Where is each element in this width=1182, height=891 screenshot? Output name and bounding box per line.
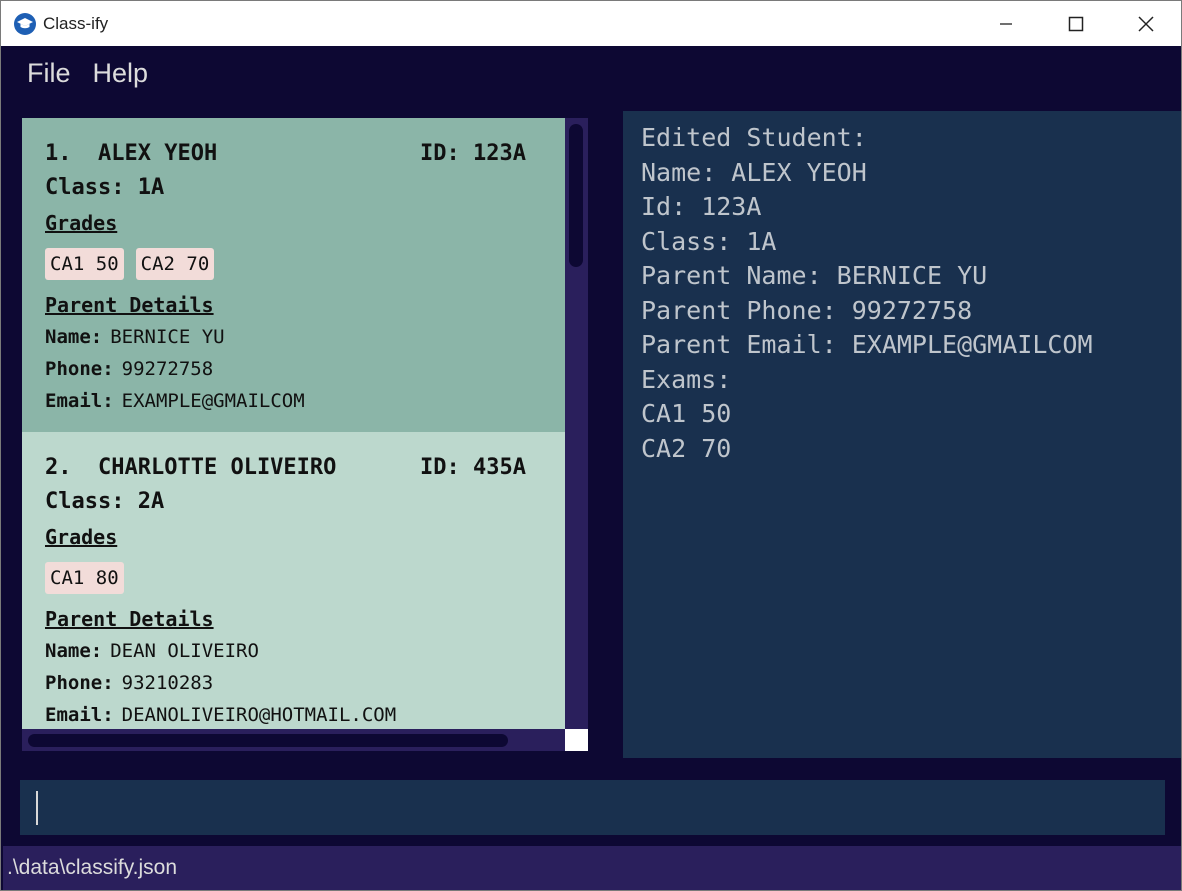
menu-help[interactable]: Help [93,58,149,89]
command-box[interactable] [20,780,1165,835]
grades-title: Grades [45,211,118,235]
maximize-icon [1068,16,1084,31]
result-line: Parent Email: EXAMPLE@GMAILCOM [641,330,1093,359]
student-name: 2. CHARLOTTE OLIVEIRO [45,454,337,480]
result-line: Exams: [641,364,732,394]
parent-details-title: Parent Details [45,607,214,631]
grades-list: CA1 50 CA2 70 [45,248,565,280]
result-line: CA1 50 [641,399,732,428]
parent-email: Email: EXAMPLE@GMAILCOM [45,390,305,412]
app-window: Class-ify File Help 1. ALEX YEOH ID: 123… [0,0,1182,891]
grade-tag: CA1 80 [45,562,124,594]
minimize-icon [1000,22,1012,25]
result-line: Edited Student: [641,123,867,152]
menu-file[interactable]: File [27,58,71,89]
result-line: Parent Name: BERNICE YU [641,261,988,290]
result-display: Edited Student: Name: ALEX YEOH Id: 123A… [623,111,1181,758]
parent-details-title: Parent Details [45,293,214,317]
close-icon [1138,15,1154,32]
horizontal-scroll-thumb[interactable] [28,734,508,747]
student-list-panel[interactable]: 1. ALEX YEOH ID: 123A Class: 1A Grades C… [22,118,588,751]
vertical-scroll-thumb[interactable] [569,124,583,267]
grades-list: CA1 80 [45,562,565,594]
student-card[interactable]: 1. ALEX YEOH ID: 123A Class: 1A Grades C… [22,118,565,432]
grade-tag: CA2 70 [135,248,215,280]
result-line: Id: 123A [641,192,762,221]
parent-email: Email: DEANOLIVEIRO@HOTMAIL.COM [45,704,397,726]
result-line: Name: ALEX YEOH [641,157,867,187]
save-file-path: .\data\classify.json [7,856,178,879]
title-bar[interactable]: Class-ify [1,1,1181,46]
result-line: Parent Phone: 99272758 [641,295,973,325]
vertical-scrollbar[interactable] [565,118,588,729]
maximize-button[interactable] [1041,1,1111,46]
student-card[interactable]: 2. CHARLOTTE OLIVEIRO ID: 435A Class: 2A… [22,432,565,729]
horizontal-scrollbar[interactable] [22,729,565,751]
parent-name: Name: BERNICE YU [45,326,225,348]
student-id: ID: 435A [420,454,526,480]
parent-phone: Phone: 99272758 [45,358,214,380]
student-id: ID: 123A [420,140,526,166]
parent-phone: Phone: 93210283 [45,672,214,694]
menu-bar: File Help [3,46,1181,101]
scroll-corner [565,729,588,751]
graduation-cap-icon [14,12,36,35]
grade-tag: CA1 50 [45,248,124,280]
result-line: CA2 70 [641,433,732,463]
student-class: Class: 2A [45,488,165,514]
result-line: Class: 1A [641,226,777,256]
student-name: 1. ALEX YEOH [45,140,218,166]
grades-title: Grades [45,525,118,549]
student-class: Class: 1A [45,174,165,200]
close-button[interactable] [1111,1,1181,46]
status-bar: .\data\classify.json [3,846,1181,890]
window-title: Class-ify [43,13,109,33]
text-caret [36,790,38,825]
minimize-button[interactable] [971,1,1041,46]
parent-name: Name: DEAN OLIVEIRO [45,640,259,662]
command-input[interactable] [40,794,1044,821]
